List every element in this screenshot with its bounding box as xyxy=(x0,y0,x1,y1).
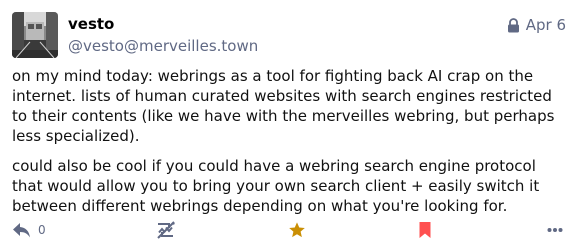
favourite-button[interactable] xyxy=(288,218,306,242)
post-paragraph: on my mind today: webrings as a tool for… xyxy=(12,67,555,145)
boost-disabled-icon xyxy=(155,221,177,239)
reply-icon xyxy=(12,221,32,239)
post-paragraph: could also be cool if you could have a w… xyxy=(12,157,540,215)
reply-button[interactable]: 0 xyxy=(12,218,46,242)
post-meta: Apr 6 xyxy=(507,15,566,35)
post-date[interactable]: Apr 6 xyxy=(526,15,566,35)
display-name[interactable]: vesto xyxy=(68,14,114,34)
avatar[interactable] xyxy=(12,12,58,58)
bookmark-button[interactable] xyxy=(418,218,432,242)
more-button[interactable] xyxy=(547,218,563,242)
account-handle[interactable]: @vesto@merveilles.town xyxy=(68,36,258,56)
bookmark-icon xyxy=(418,221,432,239)
lock-icon xyxy=(507,17,520,33)
post-content: on my mind today: webrings as a tool for… xyxy=(12,66,568,226)
status-post: vesto @vesto@merveilles.town Apr 6 on my… xyxy=(0,0,578,249)
star-icon xyxy=(288,221,306,239)
action-bar: 0 xyxy=(0,218,578,242)
boost-button[interactable] xyxy=(155,218,177,242)
avatar-image xyxy=(12,12,58,58)
reply-count: 0 xyxy=(38,223,46,237)
more-icon xyxy=(547,227,563,233)
